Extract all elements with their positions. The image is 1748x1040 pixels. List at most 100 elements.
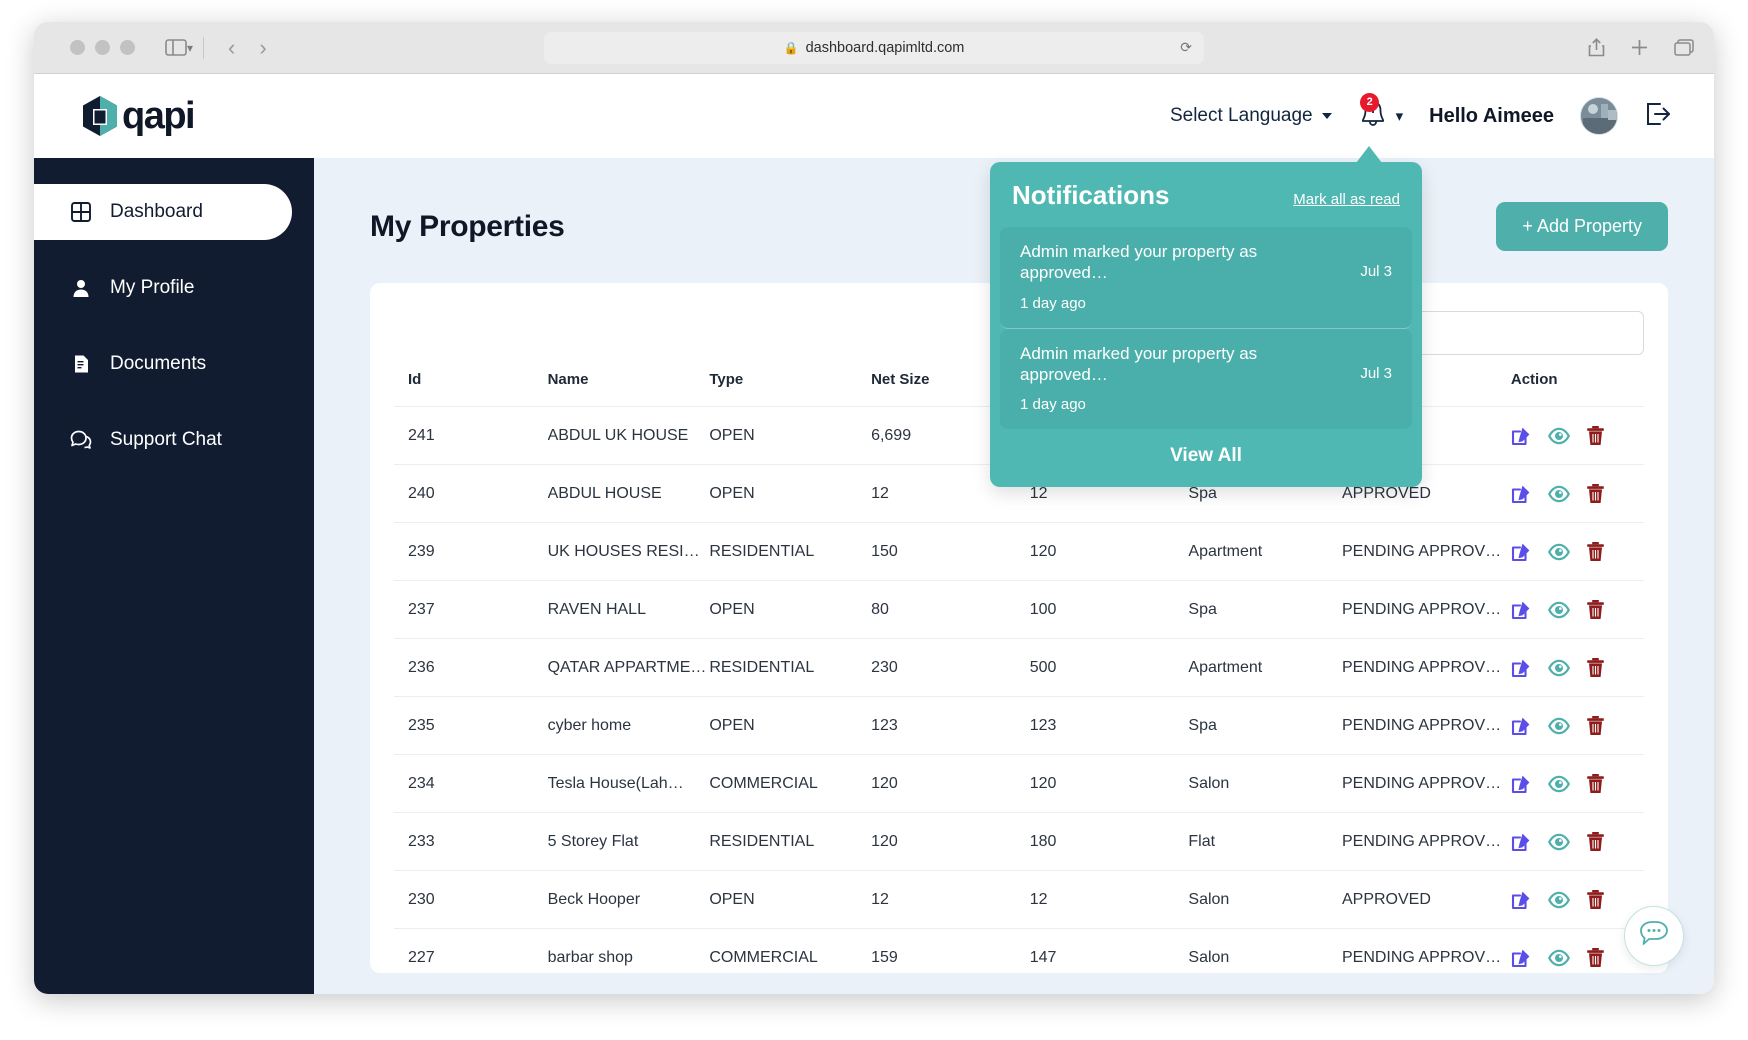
notification-item[interactable]: Admin marked your property as approved…1… (1000, 329, 1412, 430)
cell-id: 235 (394, 697, 548, 755)
row-actions (1511, 831, 1644, 852)
cell-type: OPEN (709, 871, 871, 929)
share-icon[interactable] (1588, 38, 1605, 57)
browser-titlebar: ▾ ‹ › 🔒 dashboard.qapimltd.com ⟳ (34, 22, 1714, 74)
language-selector-label: Select Language (1170, 105, 1313, 127)
edit-icon[interactable] (1511, 773, 1532, 794)
view-all-notifications-button[interactable]: View All (990, 429, 1422, 487)
edit-icon[interactable] (1511, 599, 1532, 620)
cell-gross-size: 123 (1030, 697, 1189, 755)
column-header-name[interactable]: Name (548, 361, 710, 407)
pagination: Rows per page: 10 1-10 of 28 |‹ ‹ › ›| (394, 986, 1644, 994)
language-selector[interactable]: Select Language (1170, 105, 1332, 127)
address-bar[interactable]: 🔒 dashboard.qapimltd.com ⟳ (544, 32, 1204, 64)
window-controls[interactable] (70, 40, 135, 55)
notification-popover: Notifications Mark all as read Admin mar… (990, 162, 1422, 487)
notification-popover-arrow (1356, 146, 1382, 163)
delete-trash-icon[interactable] (1586, 947, 1605, 968)
sidebar-toggle-icon[interactable] (165, 39, 187, 56)
delete-trash-icon[interactable] (1586, 773, 1605, 794)
cell-category: Salon (1188, 929, 1342, 987)
view-eye-icon[interactable] (1548, 833, 1570, 851)
notification-item[interactable]: Admin marked your property as approved…1… (1000, 227, 1412, 329)
cell-action (1511, 639, 1644, 697)
edit-icon[interactable] (1511, 483, 1532, 504)
cell-id: 240 (394, 465, 548, 523)
edit-icon[interactable] (1511, 889, 1532, 910)
cell-name: UK HOUSES RESID… (548, 523, 710, 581)
row-actions (1511, 425, 1644, 446)
forward-arrow-icon[interactable]: › (259, 37, 266, 59)
notifications-chevron-icon[interactable]: ▾ (1396, 107, 1404, 125)
minimize-window-button[interactable] (95, 40, 110, 55)
view-eye-icon[interactable] (1548, 485, 1570, 503)
view-eye-icon[interactable] (1548, 543, 1570, 561)
mark-all-as-read-link[interactable]: Mark all as read (1293, 191, 1400, 208)
delete-trash-icon[interactable] (1586, 599, 1605, 620)
toolbar-divider (203, 37, 204, 59)
view-eye-icon[interactable] (1548, 775, 1570, 793)
cell-name: cyber home (548, 697, 710, 755)
delete-trash-icon[interactable] (1586, 831, 1605, 852)
qapi-logo[interactable]: qapi (80, 94, 194, 138)
view-eye-icon[interactable] (1548, 949, 1570, 967)
cell-category: Salon (1188, 871, 1342, 929)
delete-trash-icon[interactable] (1586, 889, 1605, 910)
avatar[interactable] (1580, 97, 1618, 135)
logout-icon[interactable] (1644, 101, 1672, 132)
delete-trash-icon[interactable] (1586, 541, 1605, 562)
column-header-type[interactable]: Type (709, 361, 871, 407)
sidebar-item-documents[interactable]: Documents (34, 336, 292, 392)
view-eye-icon[interactable] (1548, 427, 1570, 445)
sidebar-item-dashboard[interactable]: Dashboard (34, 184, 292, 240)
row-actions (1511, 947, 1644, 968)
add-property-button[interactable]: + Add Property (1496, 202, 1668, 251)
delete-trash-icon[interactable] (1586, 715, 1605, 736)
sidebar-dropdown-icon[interactable]: ▾ (187, 41, 193, 55)
show-tabs-icon[interactable] (1674, 39, 1694, 56)
close-window-button[interactable] (70, 40, 85, 55)
chevron-down-icon (1322, 113, 1332, 119)
table-body: 241ABDUL UK HOUSEOPEN6,699240ABDUL HOUSE… (394, 407, 1644, 987)
edit-icon[interactable] (1511, 831, 1532, 852)
column-header-id[interactable]: Id (394, 361, 548, 407)
notification-item-message: Admin marked your property as approved… (1020, 344, 1257, 384)
sidebar: Dashboard My Profile Documents Support C… (34, 158, 314, 994)
new-tab-icon[interactable] (1631, 39, 1648, 56)
cell-gross-size: 180 (1030, 813, 1189, 871)
view-eye-icon[interactable] (1548, 891, 1570, 909)
sidebar-item-support-chat[interactable]: Support Chat (34, 412, 292, 468)
table-row: 234Tesla House(Lah…COMMERCIAL120120Salon… (394, 755, 1644, 813)
cell-category: Apartment (1188, 639, 1342, 697)
cell-action (1511, 465, 1644, 523)
back-arrow-icon[interactable]: ‹ (228, 37, 235, 59)
view-eye-icon[interactable] (1548, 717, 1570, 735)
sidebar-item-my-profile[interactable]: My Profile (34, 260, 292, 316)
cell-action (1511, 813, 1644, 871)
edit-icon[interactable] (1511, 541, 1532, 562)
cell-category: Apartment (1188, 523, 1342, 581)
notifications-bell[interactable]: 2 ▾ (1358, 98, 1404, 135)
cell-name: ABDUL HOUSE (548, 465, 710, 523)
edit-icon[interactable] (1511, 657, 1532, 678)
cell-category: Spa (1188, 697, 1342, 755)
notification-item-ago: 1 day ago (1020, 295, 1348, 312)
cell-gross-size: 120 (1030, 755, 1189, 813)
cell-category: Salon (1188, 755, 1342, 813)
cell-action (1511, 407, 1644, 465)
reload-icon[interactable]: ⟳ (1180, 39, 1192, 56)
document-icon (70, 353, 92, 375)
cell-type: OPEN (709, 407, 871, 465)
edit-icon[interactable] (1511, 715, 1532, 736)
view-eye-icon[interactable] (1548, 601, 1570, 619)
delete-trash-icon[interactable] (1586, 483, 1605, 504)
edit-icon[interactable] (1511, 947, 1532, 968)
cell-status: PENDING APPROV… (1342, 523, 1511, 581)
support-chat-fab[interactable] (1624, 906, 1684, 966)
maximize-window-button[interactable] (120, 40, 135, 55)
delete-trash-icon[interactable] (1586, 425, 1605, 446)
browser-nav-arrows[interactable]: ‹ › (228, 37, 267, 59)
view-eye-icon[interactable] (1548, 659, 1570, 677)
edit-icon[interactable] (1511, 425, 1532, 446)
delete-trash-icon[interactable] (1586, 657, 1605, 678)
